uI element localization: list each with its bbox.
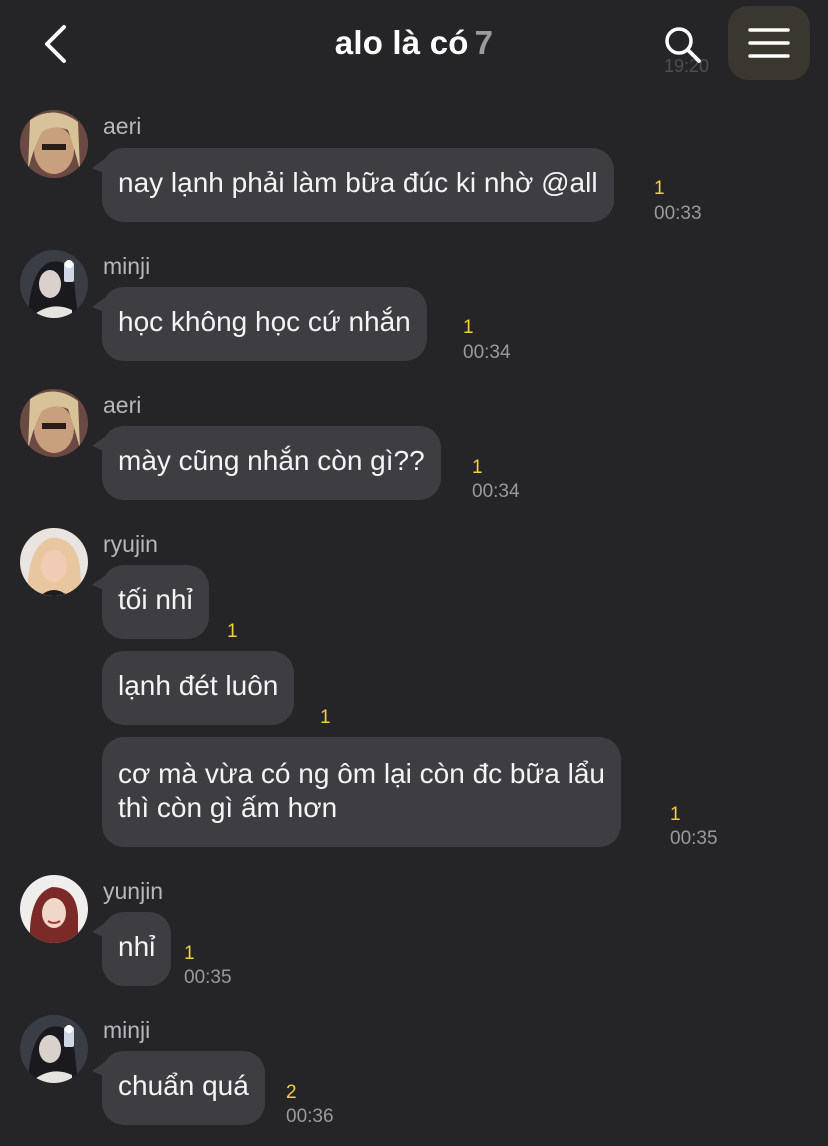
message-bubble[interactable]: lạnh đét luôn: [102, 651, 295, 725]
sender-name: aeri: [103, 113, 142, 139]
message-bubble[interactable]: chuẩn quá: [92, 1051, 265, 1125]
message-time: 00:34: [472, 481, 520, 502]
hamburger-menu-icon: [748, 28, 790, 58]
avatar-minji[interactable]: [20, 1015, 88, 1083]
avatar-yunjin[interactable]: [20, 875, 88, 943]
sender-name: minji: [103, 253, 151, 279]
message-bubble[interactable]: nay lạnh phải làm bữa đúc ki nhờ @all: [92, 148, 614, 222]
unread-count: 1: [227, 621, 238, 642]
message-bubble[interactable]: nhỉ: [91, 912, 172, 986]
message-text: chuẩn quá: [118, 1070, 249, 1101]
message-time: 00:34: [463, 342, 511, 363]
avatar-ryujin[interactable]: [20, 528, 88, 596]
message-text: nay lạnh phải làm bữa đúc ki nhờ @all: [118, 167, 598, 198]
unread-count: 1: [670, 804, 681, 825]
message-bubble[interactable]: học không học cứ nhắn: [92, 287, 427, 361]
sender-name: aeri: [103, 392, 142, 418]
message-bubble[interactable]: mày cũng nhắn còn gì??: [92, 426, 441, 500]
message-text: nhỉ: [118, 931, 156, 962]
sender-name: yunjin: [103, 878, 164, 904]
unread-count: 1: [654, 178, 665, 199]
message-time: 00:35: [184, 967, 232, 988]
unread-count: 1: [472, 457, 483, 478]
sender-name: ryujin: [103, 531, 158, 557]
search-icon: [665, 27, 701, 63]
message-text: học không học cứ nhắn: [118, 306, 411, 337]
avatar-aeri[interactable]: [20, 389, 88, 457]
unread-count: 1: [184, 943, 195, 964]
avatar-image: [20, 110, 88, 178]
unread-count: 1: [320, 707, 331, 728]
avatar-image: [20, 389, 88, 457]
group-name: alo là có: [334, 24, 469, 61]
member-count: 7: [474, 24, 494, 61]
avatar-minji[interactable]: [20, 250, 88, 318]
sender-name: minji: [103, 1017, 151, 1043]
message-time: 00:35: [670, 828, 718, 849]
avatar-image: [20, 875, 88, 943]
message-text: mày cũng nhắn còn gì??: [118, 445, 425, 476]
menu-button[interactable]: [728, 6, 810, 80]
chat-header: alo là có 7 19:20: [0, 0, 828, 90]
message-time: 00:33: [654, 203, 702, 224]
avatar-image: [20, 528, 88, 596]
unread-count: 2: [286, 1082, 297, 1103]
message-text-line-1: cơ mà vừa có ng ôm lại còn đc bữa lẩu: [118, 758, 605, 789]
message-bubble[interactable]: tối nhỉ: [92, 565, 209, 639]
avatar-aeri[interactable]: [20, 110, 88, 178]
search-button[interactable]: [660, 22, 706, 68]
avatar-image: [20, 1015, 88, 1083]
message-text-line-2: thì còn gì ấm hơn: [118, 792, 338, 823]
message-text: tối nhỉ: [118, 584, 193, 615]
message-time: 00:36: [286, 1106, 334, 1127]
avatar-image: [20, 250, 88, 318]
unread-count: 1: [463, 317, 474, 338]
message-bubble[interactable]: cơ mà vừa có ng ôm lại còn đc bữa lẩu th…: [102, 737, 621, 847]
message-text: lạnh đét luôn: [118, 670, 279, 701]
